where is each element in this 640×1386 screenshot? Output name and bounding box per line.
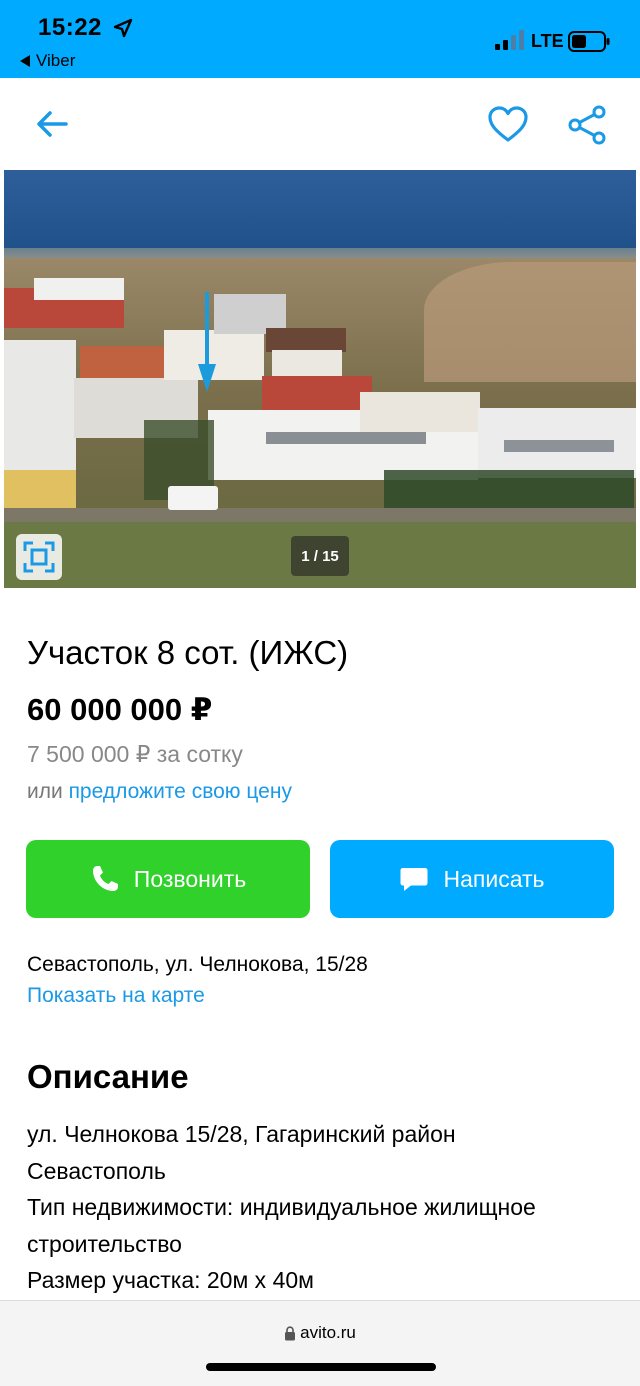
fullscreen-button[interactable] [16,534,62,580]
offer-price-text: или предложите свою цену [27,780,292,804]
photo-building-window [504,440,614,452]
description-line: строительство [27,1230,182,1257]
status-time: 15:22 [38,14,102,41]
arrow-left-icon[interactable] [32,106,72,142]
photo-building [34,278,124,300]
listing-title: Участок 8 сот. (ИЖС) [27,634,349,671]
signal-strength-icon [495,30,524,50]
lock-icon [285,1325,296,1340]
description-line: Севастополь [27,1157,166,1184]
phone-icon [92,866,118,891]
description-line: Тип недвижимости: индивидуальное жилищно… [27,1194,536,1220]
status-bar: 15:22 Viber LTE [0,0,640,78]
network-type: LTE [531,31,564,51]
show-on-map-link[interactable]: Показать на карте [27,984,205,1008]
url-text: avito.ru [300,1323,356,1342]
call-button-label: Позвонить [133,865,247,892]
offer-prefix: или [27,780,63,803]
share-icon[interactable] [566,104,608,146]
message-button[interactable]: Написать [330,840,614,918]
price-per-sotka: 7 500 000 ₽ за сотку [27,741,243,767]
photo-roof [262,376,372,412]
description-heading: Описание [27,1058,189,1095]
description-line: Размер участка: 20м х 40м [27,1267,314,1293]
chat-bubble-icon [400,868,428,891]
description-line: ул. Челнокова 15/28, Гагаринский район [27,1121,456,1147]
heart-icon[interactable] [486,104,530,144]
browser-bar: avito.ru [0,1300,640,1386]
photo-counter: 1 / 15 [291,536,349,576]
photo-road [4,508,636,522]
offer-price-link[interactable]: предложите свою цену [69,780,292,803]
back-to-app-link[interactable]: Viber [20,51,75,71]
photo-villa-wing [360,392,480,432]
message-button-label: Написать [443,865,545,892]
home-indicator[interactable] [206,1363,436,1371]
battery-icon [568,31,610,52]
back-app-label: Viber [36,51,76,70]
photo-sea [4,170,636,260]
photo-villa-window [266,432,426,444]
listing-price: 60 000 000 ₽ [27,692,213,727]
photo-roof [266,328,346,352]
photo-hill [424,262,636,382]
back-triangle-icon [20,55,30,67]
top-navigation [0,78,640,170]
photo-van [168,486,218,510]
photo-marker-arrow-icon [198,292,216,392]
call-button[interactable]: Позвонить [26,840,310,918]
photo-trees [384,470,634,510]
listing-address: Севастополь, ул. Челнокова, 15/28 [27,953,368,976]
photo-gallery[interactable]: 1 / 15 [4,170,636,588]
description-text: ул. Челнокова 15/28, Гагаринский район С… [27,1116,627,1299]
location-arrow-icon [113,18,133,38]
fullscreen-icon [23,541,55,573]
address-bar[interactable]: avito.ru [0,1323,640,1343]
